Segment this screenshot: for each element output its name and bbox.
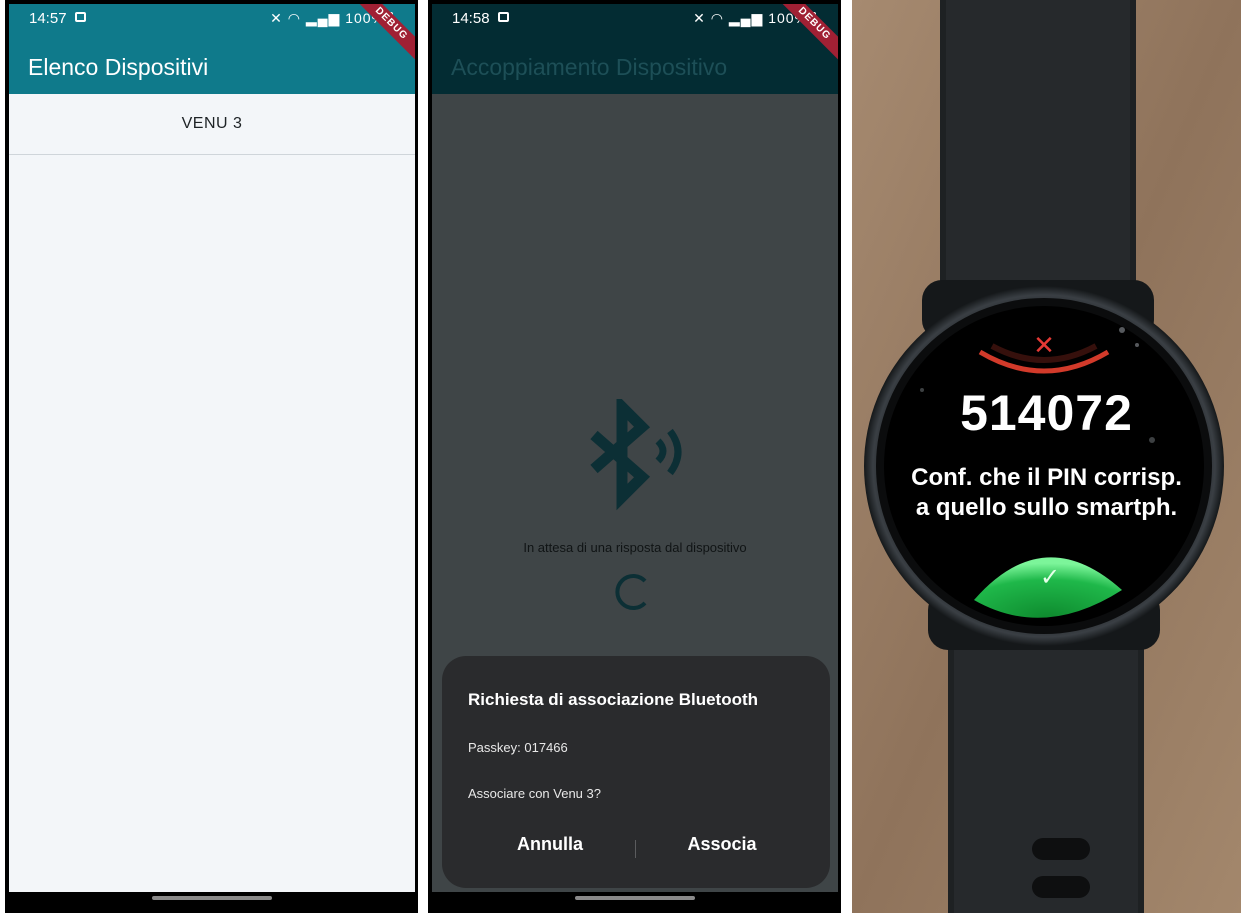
image-notification-icon <box>75 12 86 22</box>
mute-icon: ✕ <box>270 10 283 26</box>
accept-icon: ✓ <box>1040 563 1060 591</box>
pair-button[interactable]: Associa <box>642 834 802 855</box>
wifi-icon: ◠ <box>710 10 724 26</box>
pair-question: Associare con Venu 3? <box>468 786 601 801</box>
home-indicator[interactable] <box>152 896 272 900</box>
navigation-bar <box>432 892 838 902</box>
watch-confirm-line2: a quello sullo smartph. <box>915 494 1178 521</box>
page-title: Elenco Dispositivi <box>28 54 209 80</box>
wifi-icon: ◠ <box>287 10 301 26</box>
bluetooth-searching-icon <box>590 399 682 511</box>
waiting-message: In attesa di una risposta dal dispositiv… <box>523 540 747 555</box>
device-list-screen: 14:57 ✕ ◠ ▂▄▆ 100% Elenco Dispositivi DE… <box>9 4 415 902</box>
watch-photo: ✕ ✓ 514072 Conf. che il PIN corrisp. a q… <box>852 0 1241 913</box>
pairing-screenshot: 14:58 ✕ ◠ ▂▄▆ 100% Accoppiamento Disposi… <box>428 0 841 913</box>
watch-pin: 514072 <box>960 385 1133 441</box>
watch-confirm-line1: Conf. che il PIN corrisp. <box>911 464 1182 491</box>
debug-banner: DEBUG <box>335 4 415 84</box>
reject-icon: ✕ <box>1033 331 1055 361</box>
cancel-button[interactable]: Annulla <box>470 834 630 855</box>
image-notification-icon <box>498 12 509 22</box>
device-list-screenshot: 14:57 ✕ ◠ ▂▄▆ 100% Elenco Dispositivi DE… <box>5 0 418 913</box>
watch-illustration: ✕ ✓ <box>852 0 1241 913</box>
device-list-item[interactable]: VENU 3 <box>9 94 415 155</box>
mute-icon: ✕ <box>693 10 706 26</box>
loading-spinner <box>615 574 647 610</box>
status-time: 14:57 <box>29 10 67 27</box>
navigation-bar <box>9 892 415 902</box>
page-title: Accoppiamento Dispositivo <box>451 54 728 80</box>
button-divider <box>635 840 636 858</box>
bluetooth-pairing-dialog: Richiesta di associazione Bluetooth Pass… <box>442 656 830 888</box>
passkey-text: Passkey: 017466 <box>468 740 568 755</box>
app-bar: 14:58 ✕ ◠ ▂▄▆ 100% Accoppiamento Disposi… <box>432 4 838 94</box>
dialog-title: Richiesta di associazione Bluetooth <box>468 690 759 709</box>
home-indicator[interactable] <box>575 896 695 900</box>
debug-banner: DEBUG <box>758 4 838 84</box>
pairing-screen: 14:58 ✕ ◠ ▂▄▆ 100% Accoppiamento Disposi… <box>432 4 838 902</box>
status-time: 14:58 <box>452 10 490 27</box>
app-bar: 14:57 ✕ ◠ ▂▄▆ 100% Elenco Dispositivi DE… <box>9 4 415 94</box>
